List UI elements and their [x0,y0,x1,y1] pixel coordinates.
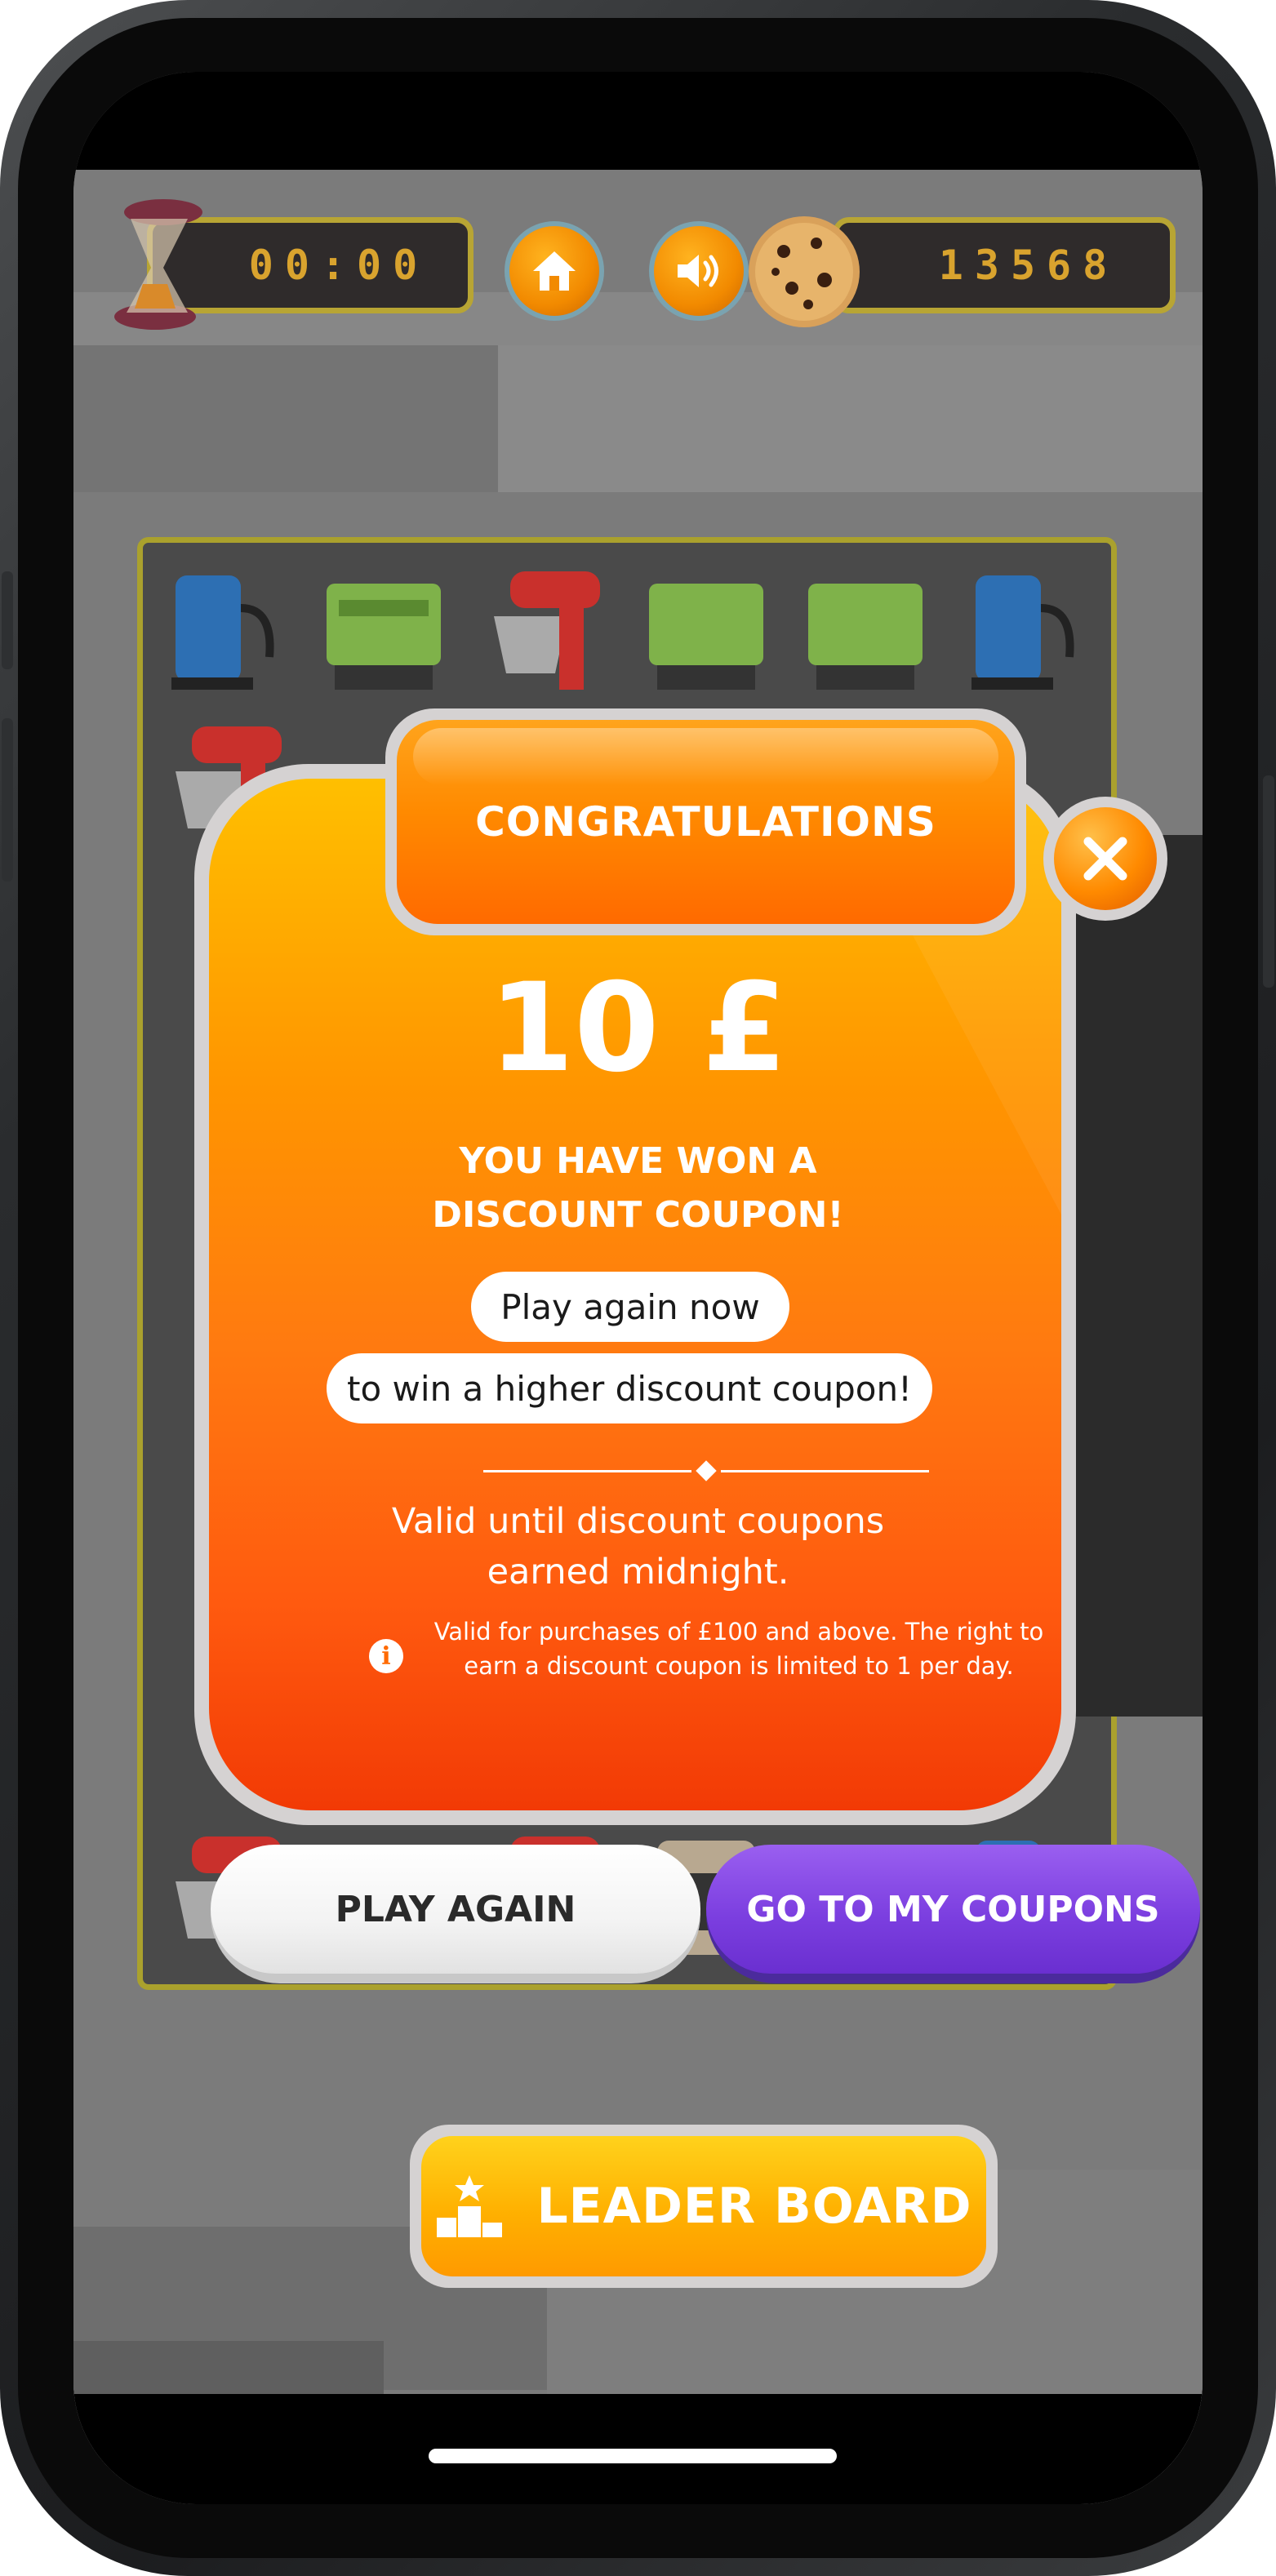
validity-line-1: Valid until discount coupons [391,1501,885,1542]
side-button-power [1263,775,1274,988]
score-panel: 13568 [833,217,1176,313]
board-item-toaster[interactable] [641,559,771,698]
play-again-hint: Play again now [471,1272,789,1342]
title-shine [413,728,998,785]
score-value: 13568 [938,242,1119,289]
hourglass-icon [114,199,202,330]
home-button[interactable] [505,221,604,321]
my-coupons-button[interactable]: GO TO MY COUPONS [706,1845,1200,1983]
sound-button[interactable] [649,221,749,321]
close-button[interactable] [1043,797,1167,921]
board-item-kettle[interactable] [159,559,290,698]
board-item-toaster[interactable] [318,559,449,698]
podium-icon [437,2175,503,2237]
leader-board-label: LEADER BOARD [536,2178,972,2235]
divider-right [721,1470,929,1472]
won-line-1: YOU HAVE WON A [459,1140,817,1182]
cookie-icon [749,216,860,327]
close-icon [1083,837,1127,881]
board-item-toaster[interactable] [800,559,931,698]
home-icon [533,251,576,291]
timer-value: 00:00 [248,242,429,289]
side-button-silent [2,571,13,669]
validity-line-2: earned midnight. [487,1552,789,1592]
wall-tile [498,345,1203,492]
game-screen: 00:00 13568 CONGRATULATIONS 10 £ YOU HAV… [73,72,1203,2504]
board-item-kettle[interactable] [959,559,1090,698]
terms-line-2: earn a discount coupon is limited to 1 p… [464,1652,1014,1680]
terms-line-1: Valid for purchases of £100 and above. T… [433,1618,1044,1646]
phone-frame: 00:00 13568 CONGRATULATIONS 10 £ YOU HAV… [0,0,1276,2576]
won-message: YOU HAVE WON A DISCOUNT COUPON! [73,1135,1203,1242]
play-again-label: PLAY AGAIN [211,1845,700,1974]
leader-board-button[interactable]: LEADER BOARD [410,2125,998,2288]
divider-left [483,1470,691,1472]
dialog-title: CONGRATULATIONS [475,798,936,846]
validity-text: Valid until discount coupons earned midn… [73,1496,1203,1597]
my-coupons-label: GO TO MY COUPONS [706,1845,1200,1974]
home-indicator[interactable] [429,2449,837,2463]
prize-amount: 10 £ [488,957,788,1099]
dialog-title-tab: CONGRATULATIONS [385,708,1026,935]
won-line-2: DISCOUNT COUPON! [432,1194,844,1236]
wall-shelf [73,345,498,492]
side-button-volume [2,718,13,882]
terms-text: Valid for purchases of £100 and above. T… [412,1614,1065,1683]
notch [416,72,857,163]
board-item-mixer[interactable] [478,559,608,698]
info-icon: i [369,1639,403,1673]
play-again-button[interactable]: PLAY AGAIN [211,1845,700,1983]
sound-icon [678,255,718,287]
higher-coupon-hint: to win a higher discount coupon! [327,1353,932,1423]
